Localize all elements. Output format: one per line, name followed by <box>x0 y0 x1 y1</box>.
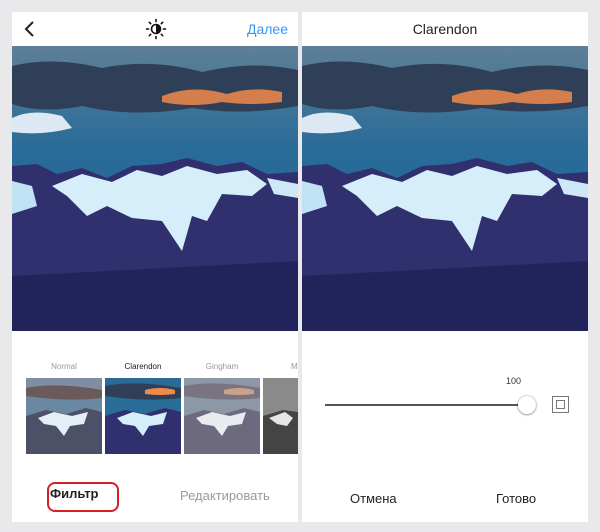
photo-preview <box>302 46 588 331</box>
filter-thumb-normal[interactable] <box>26 378 102 454</box>
chevron-left-icon[interactable] <box>21 19 41 39</box>
filter-name-partial: M <box>291 362 298 371</box>
filter-screen: Далее Normal Clarendon Gingham M Фильтр … <box>12 12 298 522</box>
filter-thumb-partial[interactable] <box>263 378 298 454</box>
next-button[interactable]: Далее <box>247 21 288 37</box>
filter-strength-screen: Clarendon <box>302 12 588 522</box>
top-bar: Clarendon <box>302 12 588 46</box>
photo-preview <box>12 46 298 331</box>
bottom-tabs: Фильтр Редактировать <box>12 472 298 516</box>
sun-icon[interactable] <box>145 18 167 40</box>
cancel-button[interactable]: Отмена <box>350 491 397 506</box>
tab-edit[interactable]: Редактировать <box>180 488 270 503</box>
slider-value: 100 <box>506 376 522 386</box>
done-button[interactable]: Готово <box>496 491 536 506</box>
filter-thumb-clarendon[interactable] <box>105 378 181 454</box>
strength-slider-knob[interactable] <box>518 396 536 414</box>
strength-slider-track[interactable] <box>325 404 528 406</box>
top-bar: Далее <box>12 12 298 46</box>
filter-name-gingham: Gingham <box>205 362 239 371</box>
square-frame-icon[interactable] <box>552 396 569 413</box>
filter-name-normal: Normal <box>51 362 77 371</box>
filter-name-clarendon: Clarendon <box>124 362 162 371</box>
filter-title: Clarendon <box>412 21 478 37</box>
screenshot-frame: Далее Normal Clarendon Gingham M Фильтр … <box>0 0 600 532</box>
filter-thumb-gingham[interactable] <box>184 378 260 454</box>
tab-filter[interactable]: Фильтр <box>50 486 99 501</box>
filter-strip: Normal Clarendon Gingham M <box>12 358 298 458</box>
